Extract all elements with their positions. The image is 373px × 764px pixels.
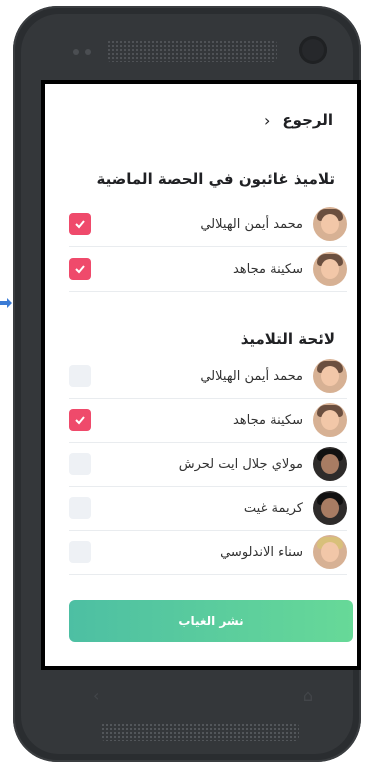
student-info: مولاي جلال ايت لحرش bbox=[179, 447, 347, 481]
checkbox[interactable] bbox=[69, 365, 91, 387]
student-name: محمد أيمن الهيلالي bbox=[200, 216, 303, 232]
left-arrow-indicator bbox=[0, 298, 12, 308]
students-section-title: لائحة التلاميذ bbox=[240, 330, 335, 348]
front-camera bbox=[299, 36, 327, 64]
student-name: سكينة مجاهد bbox=[232, 261, 303, 277]
student-name: سكينة مجاهد bbox=[232, 412, 303, 428]
student-row-1[interactable]: محمد أيمن الهيلالي bbox=[69, 354, 347, 399]
student-row-5[interactable]: سناء الاندلوسي bbox=[69, 530, 347, 575]
student-info: كريمة غيت bbox=[244, 491, 347, 525]
man-sunglasses-avatar bbox=[313, 359, 347, 393]
checkbox[interactable] bbox=[69, 497, 91, 519]
student-info: محمد أيمن الهيلالي bbox=[200, 207, 347, 241]
man-dark-avatar bbox=[313, 447, 347, 481]
header: الرجوع ‹ bbox=[69, 108, 333, 132]
student-name: كريمة غيت bbox=[243, 500, 303, 516]
device-home-icon[interactable]: ⌂ bbox=[303, 686, 313, 705]
student-row-3[interactable]: مولاي جلال ايت لحرش bbox=[69, 442, 347, 487]
checkbox[interactable] bbox=[69, 213, 91, 235]
checkbox[interactable] bbox=[69, 541, 91, 563]
check-icon bbox=[75, 220, 85, 229]
student-info: سكينة مجاهد bbox=[233, 252, 347, 286]
earpiece-speaker bbox=[107, 40, 277, 62]
student-row-2[interactable]: سكينة مجاهد bbox=[69, 398, 347, 443]
sensor-dot bbox=[85, 49, 91, 55]
phone-device: الرجوع ‹ تلاميذ غائبون في الحصة الماضية … bbox=[13, 6, 361, 762]
student-row-4[interactable]: كريمة غيت bbox=[69, 486, 347, 531]
checkbox[interactable] bbox=[69, 258, 91, 280]
back-label[interactable]: الرجوع bbox=[282, 111, 333, 129]
phone-top-bar bbox=[49, 30, 327, 70]
device-back-icon[interactable]: ‹ bbox=[93, 686, 99, 705]
woman-blond-avatar bbox=[313, 535, 347, 569]
absent-row-1[interactable]: محمد أيمن الهيلالي bbox=[69, 202, 347, 247]
sensor-dots bbox=[73, 49, 91, 55]
screen: الرجوع ‹ تلاميذ غائبون في الحصة الماضية … bbox=[41, 80, 361, 670]
student-name: مولاي جلال ايت لحرش bbox=[178, 456, 303, 472]
chevron-left-icon[interactable]: ‹ bbox=[264, 111, 270, 130]
sensor-dot bbox=[73, 49, 79, 55]
student-info: محمد أيمن الهيلالي bbox=[200, 359, 347, 393]
app-screen: الرجوع ‹ تلاميذ غائبون في الحصة الماضية … bbox=[45, 84, 357, 666]
publish-absence-button[interactable]: نشر الغياب bbox=[69, 600, 353, 642]
student-info: سناء الاندلوسي bbox=[220, 535, 347, 569]
absent-row-2[interactable]: سكينة مجاهد bbox=[69, 247, 347, 292]
woman-dark-avatar bbox=[313, 491, 347, 525]
man-sunglasses-avatar bbox=[313, 207, 347, 241]
woman-avatar bbox=[313, 252, 347, 286]
check-icon bbox=[75, 416, 85, 425]
absent-section-title: تلاميذ غائبون في الحصة الماضية bbox=[96, 170, 335, 188]
student-name: سناء الاندلوسي bbox=[220, 544, 303, 560]
device-nav-bar: ‹ ⌂ bbox=[93, 684, 313, 706]
checkbox[interactable] bbox=[69, 409, 91, 431]
student-name: محمد أيمن الهيلالي bbox=[200, 368, 303, 384]
woman-avatar bbox=[313, 403, 347, 437]
bottom-speaker bbox=[101, 723, 299, 741]
student-info: سكينة مجاهد bbox=[233, 403, 347, 437]
check-icon bbox=[75, 265, 85, 274]
checkbox[interactable] bbox=[69, 453, 91, 475]
